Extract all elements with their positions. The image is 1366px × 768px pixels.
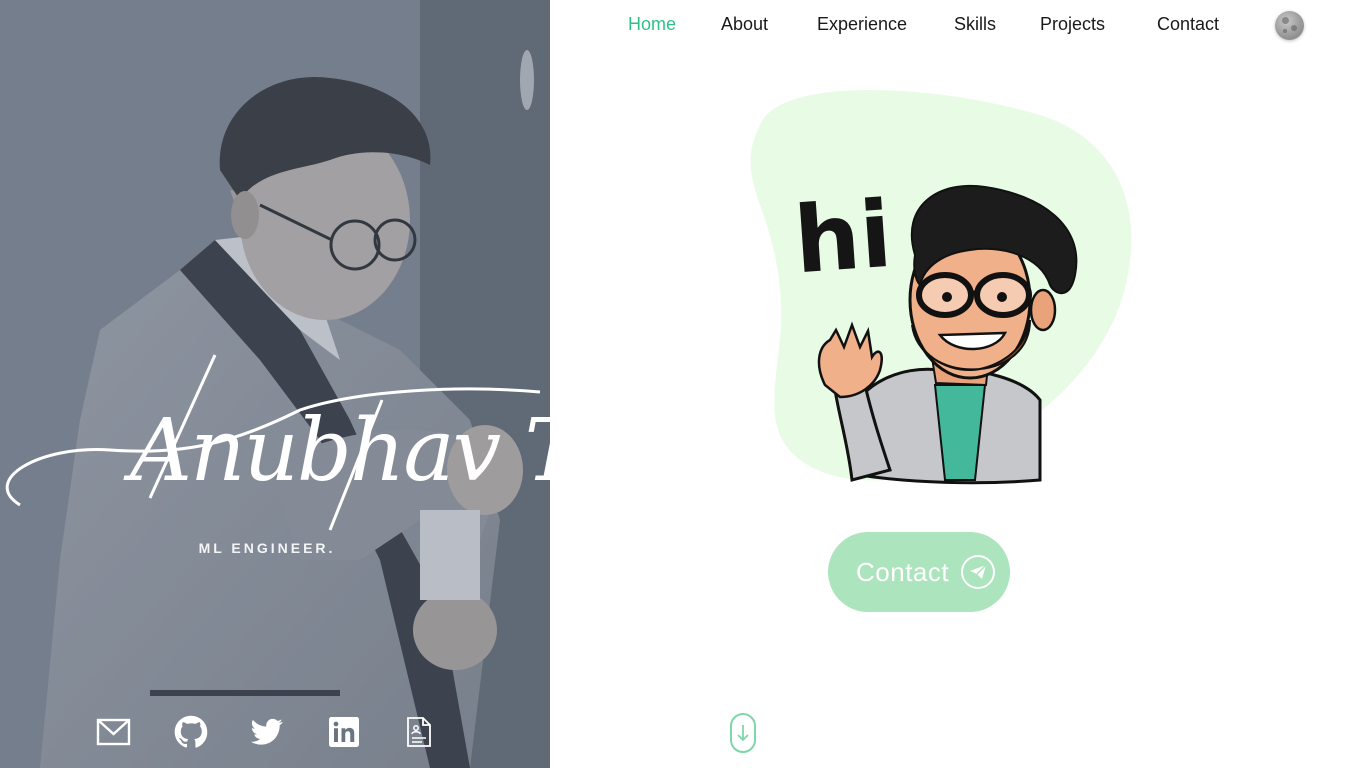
linkedin-link[interactable] — [328, 712, 407, 752]
greeting-text: hi — [791, 181, 895, 295]
arrow-down-icon — [737, 725, 749, 742]
contact-button[interactable]: Contact — [828, 532, 1010, 612]
send-icon — [961, 555, 996, 589]
github-link[interactable] — [174, 712, 252, 752]
nav-about[interactable]: About — [721, 14, 768, 35]
job-title: ML ENGINEER. — [198, 540, 336, 556]
contact-button-label: Contact — [856, 556, 950, 587]
nav-experience[interactable]: Experience — [817, 14, 907, 35]
social-links — [96, 712, 484, 752]
nav-skills[interactable]: Skills — [954, 14, 996, 35]
avatar-illustration: hi — [740, 85, 1140, 485]
nav-home[interactable]: Home — [628, 14, 676, 35]
nav-contact[interactable]: Contact — [1157, 14, 1219, 35]
moon-icon[interactable] — [1275, 11, 1304, 40]
signature-name: Anubhav Tiwari — [123, 401, 550, 501]
linkedin-icon — [328, 717, 359, 747]
resume-link[interactable] — [406, 712, 484, 752]
mail-link[interactable] — [96, 712, 174, 752]
twitter-icon — [251, 718, 283, 745]
nav-projects[interactable]: Projects — [1040, 14, 1105, 35]
mail-icon — [96, 718, 131, 746]
scroll-down-button[interactable] — [730, 713, 756, 753]
hero-panel: Anubhav Tiwari ML ENGINEER. — [0, 0, 550, 768]
resume-icon — [407, 717, 431, 747]
github-icon — [174, 715, 207, 748]
twitter-link[interactable] — [251, 712, 329, 752]
avatar-svg: hi — [750, 90, 1132, 485]
signature-logo: Anubhav Tiwari — [5, 354, 550, 531]
